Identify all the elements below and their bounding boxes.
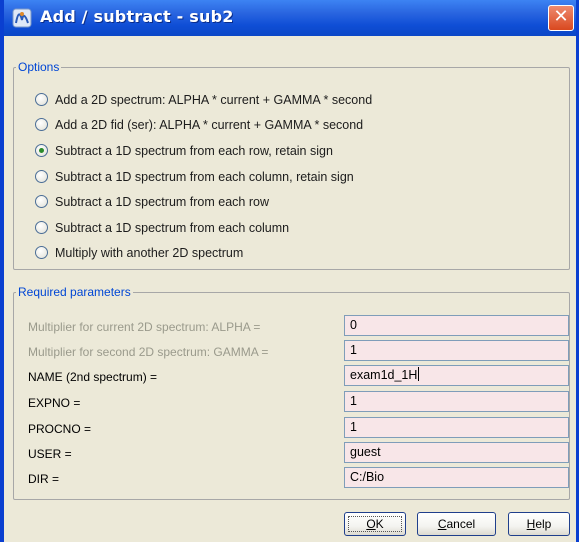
- radio-subtract-column-retain-sign[interactable]: [35, 170, 48, 183]
- ok-button[interactable]: OK: [344, 512, 406, 536]
- radio-subtract-row-retain-sign[interactable]: [35, 144, 48, 157]
- options-legend: Options: [18, 60, 60, 74]
- option-multiply-2d-label[interactable]: Multiply with another 2D spectrum: [55, 243, 243, 263]
- add-subtract-dialog: Add / subtract - sub2 ✕ Options Add a 2D…: [0, 0, 579, 542]
- option-subtract-column-retain-sign-label[interactable]: Subtract a 1D spectrum from each column,…: [55, 167, 354, 187]
- radio-selected-dot: [39, 148, 44, 153]
- topspin-app-icon: [12, 8, 32, 28]
- option-subtract-column-label[interactable]: Subtract a 1D spectrum from each column: [55, 218, 289, 238]
- dir-label: DIR =: [28, 472, 60, 486]
- radio-subtract-column[interactable]: [35, 221, 48, 234]
- cancel-label-rest: ancel: [446, 517, 476, 531]
- close-button[interactable]: ✕: [548, 5, 574, 31]
- name-field-value: exam1d_1H: [350, 368, 418, 382]
- alpha-label: Multiplier for current 2D spectrum: ALPH…: [28, 320, 261, 334]
- option-add-2d-fid-label[interactable]: Add a 2D fid (ser): ALPHA * current + GA…: [55, 115, 363, 135]
- gamma-field[interactable]: 1: [344, 340, 569, 361]
- user-label: USER =: [28, 447, 72, 461]
- radio-add-2d-spectrum[interactable]: [35, 93, 48, 106]
- dir-field[interactable]: C:/Bio: [344, 467, 569, 488]
- help-button[interactable]: Help: [508, 512, 570, 536]
- gamma-label: Multiplier for second 2D spectrum: GAMMA…: [28, 345, 269, 359]
- alpha-field[interactable]: 0: [344, 315, 569, 336]
- procno-label: PROCNO =: [28, 422, 92, 436]
- expno-field[interactable]: 1: [344, 391, 569, 412]
- radio-add-2d-fid[interactable]: [35, 118, 48, 131]
- title-bar[interactable]: Add / subtract - sub2 ✕: [4, 0, 576, 36]
- radio-multiply-2d[interactable]: [35, 246, 48, 259]
- option-subtract-row-label[interactable]: Subtract a 1D spectrum from each row: [55, 192, 269, 212]
- option-add-2d-spectrum-label[interactable]: Add a 2D spectrum: ALPHA * current + GAM…: [55, 90, 372, 110]
- user-field[interactable]: guest: [344, 442, 569, 463]
- close-icon: ✕: [553, 6, 569, 27]
- name-field[interactable]: exam1d_1H: [344, 365, 569, 386]
- cancel-button[interactable]: Cancel: [417, 512, 496, 536]
- procno-field[interactable]: 1: [344, 417, 569, 438]
- option-subtract-row-retain-sign-label[interactable]: Subtract a 1D spectrum from each row, re…: [55, 141, 333, 161]
- window-title: Add / subtract - sub2: [40, 7, 234, 26]
- name-label: NAME (2nd spectrum) =: [28, 370, 158, 384]
- required-parameters-legend: Required parameters: [18, 285, 131, 299]
- help-label-rest: elp: [535, 517, 552, 531]
- expno-label: EXPNO =: [28, 396, 81, 410]
- radio-subtract-row[interactable]: [35, 195, 48, 208]
- text-cursor: [418, 367, 420, 381]
- focus-ring: [348, 516, 402, 532]
